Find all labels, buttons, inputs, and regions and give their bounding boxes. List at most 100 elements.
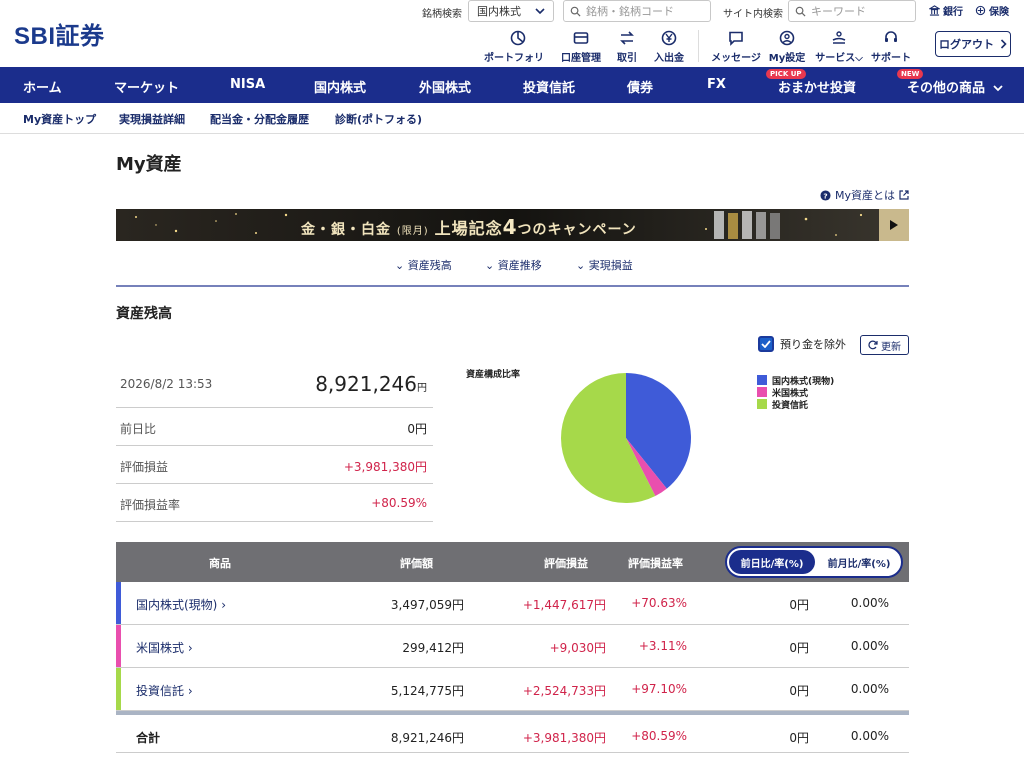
campaign-banner[interactable]: 金・銀・白金 (限月) 上場記念4つのキャンペーン xyxy=(116,209,909,241)
subnav-my-assets-top[interactable]: My資産トップ xyxy=(23,111,96,127)
anchor-balance[interactable]: ⌄ 資産残高 xyxy=(395,257,452,273)
nav-service-label: サービス⌵ xyxy=(815,53,863,64)
summary-row-label: 前日比 xyxy=(120,422,157,436)
row-change: 0円 xyxy=(789,684,809,698)
row-color-bar xyxy=(116,582,121,624)
total-pl: +3,981,380円 xyxy=(522,731,606,745)
legend-swatch xyxy=(757,387,767,397)
insurance-icon xyxy=(975,5,986,16)
exclude-deposit-checkbox[interactable]: 預り金を除外 xyxy=(758,336,846,352)
summary-total-row: 2026/8/2 13:53 8,921,246円 xyxy=(116,362,433,408)
table-total-row: 合計 8,921,246円 +3,981,380円 +80.59% 0円 0.0… xyxy=(116,711,909,753)
summary-row-value: 0円 xyxy=(407,422,427,436)
row-product-link[interactable]: 投資信託 › xyxy=(136,682,193,699)
insurance-link[interactable]: 保険 xyxy=(975,3,1009,18)
nav-mysettings-label: My設定 xyxy=(768,53,806,64)
chevron-right-icon xyxy=(1000,39,1007,49)
portfolio-icon xyxy=(510,30,526,46)
market-select[interactable]: 国内株式 xyxy=(468,0,554,22)
account-icon xyxy=(573,32,589,44)
sbi-logo[interactable]: SBI証券 xyxy=(14,16,105,51)
main-nav: ホーム マーケット NISA 国内株式 外国株式 投資信託 債券 FX PICK… xyxy=(0,67,1024,103)
total-value: 8,921,246円 xyxy=(390,731,464,745)
refresh-icon xyxy=(868,340,878,350)
nav-message-label: メッセージ xyxy=(711,53,761,64)
subnav-dividend-history[interactable]: 配当金・分配金履歴 xyxy=(210,111,309,127)
mainnav-market[interactable]: マーケット xyxy=(114,77,179,96)
banner-text: 金・銀・白金 (限月) 上場記念4つのキャンペーン xyxy=(301,215,637,239)
banner-next-button[interactable] xyxy=(879,209,909,241)
nav-service[interactable]: サービス⌵ xyxy=(812,30,866,64)
anchor-trend[interactable]: ⌄ 資産推移 xyxy=(485,257,542,273)
stock-search-placeholder: 銘柄・銘柄コード xyxy=(586,5,674,18)
nav-deposit[interactable]: 入出金 xyxy=(652,30,686,64)
check-icon xyxy=(761,340,771,348)
nav-account[interactable]: 口座管理 xyxy=(560,30,602,64)
mainnav-robo-invest-label: おまかせ投資 xyxy=(778,81,857,96)
mainnav-other-products[interactable]: NEW その他の商品 xyxy=(897,69,1003,96)
row-pl: +9,030円 xyxy=(549,641,606,655)
nav-trade[interactable]: 取引 xyxy=(612,30,642,64)
mainnav-home[interactable]: ホーム xyxy=(23,77,62,96)
chevron-down-icon xyxy=(992,85,1003,92)
logout-button[interactable]: ログアウト xyxy=(935,31,1011,57)
mainnav-fx[interactable]: FX xyxy=(707,77,726,92)
anchor-realized[interactable]: ⌄ 実現損益 xyxy=(576,257,633,273)
help-link[interactable]: ? My資産とは xyxy=(820,187,909,203)
total-change-rate: 0.00% xyxy=(850,729,889,743)
row-product-link[interactable]: 国内株式(現物) › xyxy=(136,596,226,613)
bank-link-label: 銀行 xyxy=(943,7,963,18)
refresh-label: 更新 xyxy=(881,341,901,353)
toggle-prev-month[interactable]: 前月比/率(%) xyxy=(817,550,901,574)
nav-support[interactable]: サポート xyxy=(870,30,912,64)
legend-item: 国内株式(現物) xyxy=(757,374,834,387)
market-select-value: 国内株式 xyxy=(477,5,521,18)
stock-search-input[interactable]: 銘柄・銘柄コード xyxy=(563,0,711,22)
nav-message[interactable]: メッセージ xyxy=(710,30,762,64)
legend-item: 米国株式 xyxy=(757,386,834,399)
legend-swatch xyxy=(757,399,767,409)
nav-mysettings[interactable]: My設定 xyxy=(768,30,806,64)
header-product: 商品 xyxy=(209,557,231,570)
search-icon xyxy=(570,6,581,17)
summary-row: 評価損益率 +80.59% xyxy=(116,484,433,522)
page-title: My資産 xyxy=(116,154,182,175)
pickup-badge: PICK UP xyxy=(766,69,806,79)
summary-row: 前日比 0円 xyxy=(116,408,433,446)
summary-total-value: 8,921,246円 xyxy=(315,372,427,396)
trade-icon xyxy=(620,31,634,45)
header-value: 評価額 xyxy=(400,557,433,570)
mainnav-mutual-fund[interactable]: 投資信託 xyxy=(523,77,575,96)
refresh-button[interactable]: 更新 xyxy=(860,335,909,355)
total-change: 0円 xyxy=(789,731,809,745)
bank-link[interactable]: 銀行 xyxy=(929,3,963,18)
table-row: 国内株式(現物) › 3,497,059円 +1,447,617円 +70.63… xyxy=(116,582,909,625)
legend-swatch xyxy=(757,375,767,385)
total-label: 合計 xyxy=(136,731,161,745)
external-link-icon xyxy=(899,190,909,200)
mainnav-bond[interactable]: 債券 xyxy=(627,77,653,96)
logout-label: ログアウト xyxy=(939,38,994,51)
row-value: 5,124,775円 xyxy=(390,684,464,698)
insurance-link-label: 保険 xyxy=(989,7,1009,18)
row-product-link[interactable]: 米国株式 › xyxy=(136,639,193,656)
mainnav-domestic-stock[interactable]: 国内株式 xyxy=(314,77,366,96)
mainnav-foreign-stock[interactable]: 外国株式 xyxy=(419,77,471,96)
new-badge: NEW xyxy=(897,69,924,79)
nav-deposit-label: 入出金 xyxy=(654,53,684,64)
period-toggle: 前日比/率(%) 前月比/率(%) xyxy=(725,546,903,578)
mainnav-robo-invest[interactable]: PICK UP おまかせ投資 xyxy=(766,69,857,96)
row-change-rate: 0.00% xyxy=(850,639,889,653)
balance-summary: 2026/8/2 13:53 8,921,246円 前日比 0円 評価損益 +3… xyxy=(116,362,433,522)
toggle-prev-day[interactable]: 前日比/率(%) xyxy=(729,550,815,574)
row-pl-rate: +97.10% xyxy=(631,682,687,696)
support-icon xyxy=(885,31,897,42)
subnav-diagnosis[interactable]: 診断(ポトフォる) xyxy=(335,111,422,127)
site-search-label: サイト内検索 xyxy=(723,9,783,20)
mainnav-nisa[interactable]: NISA xyxy=(230,77,265,92)
help-link-label: My資産とは xyxy=(834,189,895,202)
checkbox-checked[interactable] xyxy=(758,336,774,352)
subnav-realized-pl[interactable]: 実現損益詳細 xyxy=(119,111,185,127)
header-divider xyxy=(698,30,699,62)
keyword-search-input[interactable]: キーワード xyxy=(788,0,916,22)
